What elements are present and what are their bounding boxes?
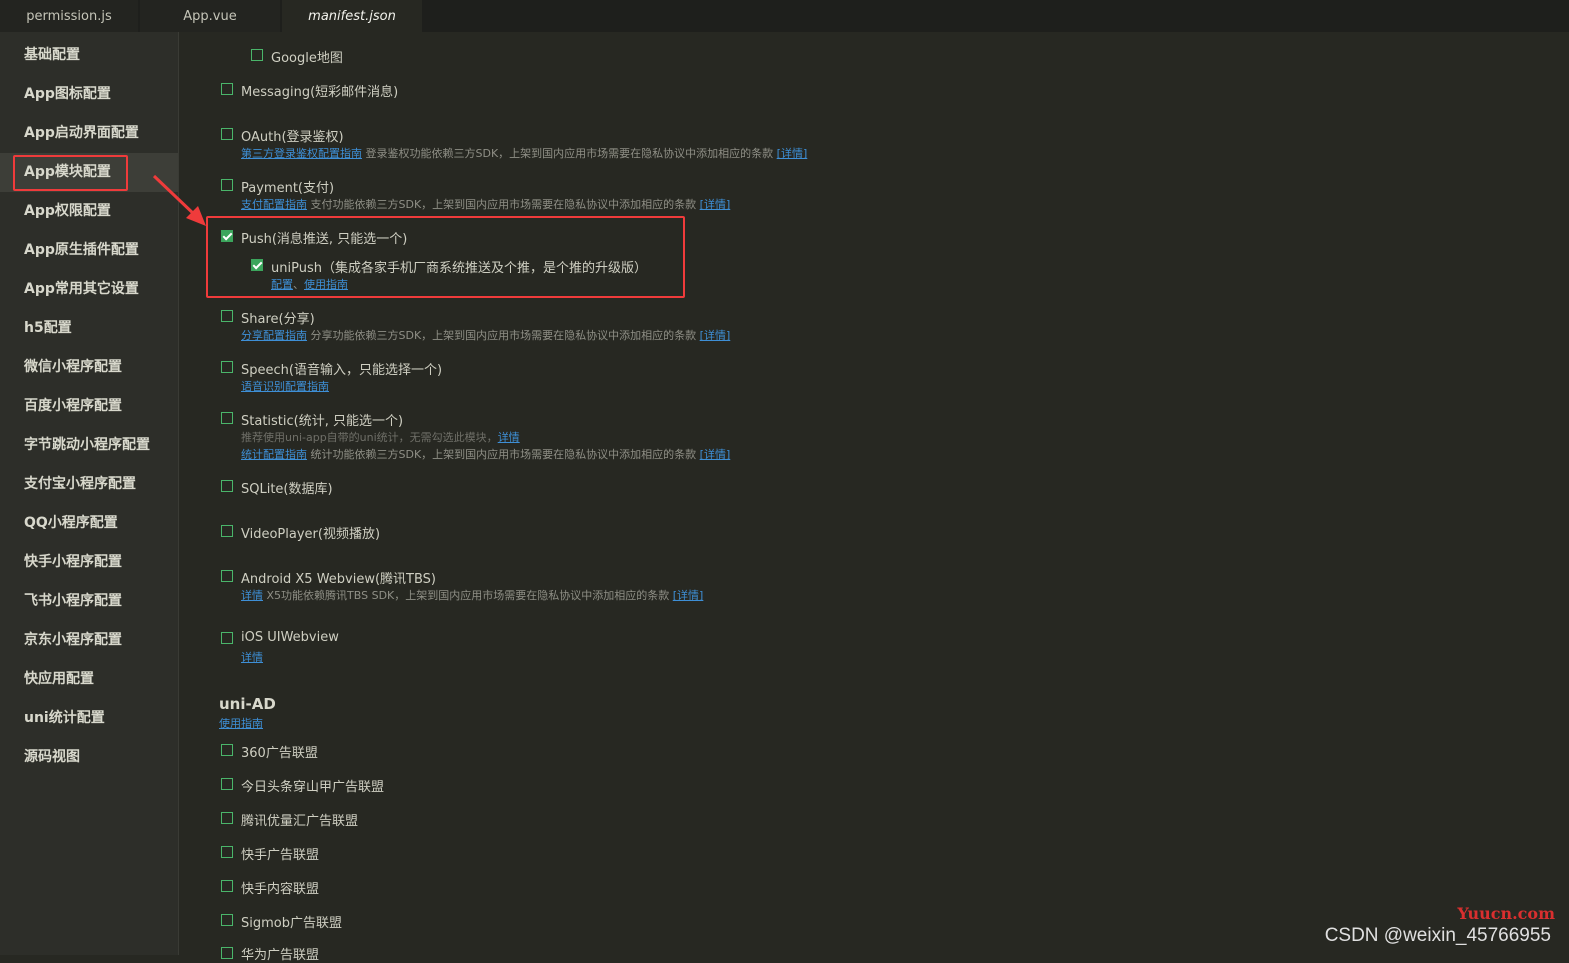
payment-label: Payment(支付) xyxy=(241,181,335,196)
ios-uiwebview-note: 详情 xyxy=(241,649,263,665)
oauth-label: OAuth(登录鉴权) xyxy=(241,130,344,145)
share-checkbox[interactable] xyxy=(221,310,233,322)
unipush-links: 配置、使用指南 xyxy=(271,276,348,292)
statistic-tip: 推荐使用uni-app自带的uni统计，无需勾选此模块，详情 xyxy=(241,429,520,445)
speech-label: Speech(语音输入，只能选择一个) xyxy=(241,363,443,378)
x5-webview-note: 详情 X5功能依赖腾讯TBS SDK，上架到国内应用市场需要在隐私协议中添加相应… xyxy=(241,587,703,603)
sidebar-item-app-other-settings[interactable]: App常用其它设置 xyxy=(0,270,178,309)
ad-kuaishou-content-label: 快手内容联盟 xyxy=(241,882,320,897)
sidebar-item-toutiao-mp[interactable]: 字节跳动小程序配置 xyxy=(0,426,178,465)
x5-webview-label: Android X5 Webview(腾讯TBS) xyxy=(241,572,437,587)
x5-note-text: X5功能依赖腾讯TBS SDK，上架到国内应用市场需要在隐私协议中添加相应的条款 xyxy=(266,589,670,602)
uniad-guide-link[interactable]: 使用指南 xyxy=(219,717,263,730)
unipush-checkbox[interactable] xyxy=(251,259,263,271)
google-map-checkbox[interactable] xyxy=(251,49,263,61)
payment-detail-link[interactable]: [详情] xyxy=(700,198,731,211)
ad-tencent-label: 腾讯优量汇广告联盟 xyxy=(241,814,359,829)
editor-tab-bar: permission.js App.vue manifest.json xyxy=(0,0,1569,32)
uniad-guide: 使用指南 xyxy=(219,715,263,731)
ad-kuaishou-label: 快手广告联盟 xyxy=(241,848,320,863)
push-checkbox[interactable] xyxy=(221,230,233,242)
statistic-label: Statistic(统计, 只能选一个) xyxy=(241,414,404,429)
statistic-guide-link[interactable]: 统计配置指南 xyxy=(241,448,307,461)
sidebar-item-alipay-mp[interactable]: 支付宝小程序配置 xyxy=(0,465,178,504)
ad-huawei-label: 华为广告联盟 xyxy=(241,948,320,963)
tab-permission-js[interactable]: permission.js xyxy=(0,0,138,32)
oauth-note: 第三方登录鉴权配置指南 登录鉴权功能依赖三方SDK，上架到国内应用市场需要在隐私… xyxy=(241,145,807,161)
ad-kuaishou-checkbox[interactable] xyxy=(221,846,233,858)
share-detail-link[interactable]: [详情] xyxy=(700,329,731,342)
ios-uiwebview-label: iOS UIWebview xyxy=(241,630,339,645)
statistic-tip-text: 推荐使用uni-app自带的uni统计，无需勾选此模块， xyxy=(241,431,498,444)
statistic-note: 统计配置指南 统计功能依赖三方SDK，上架到国内应用市场需要在隐私协议中添加相应… xyxy=(241,446,730,462)
statistic-note-text: 统计功能依赖三方SDK，上架到国内应用市场需要在隐私协议中添加相应的条款 xyxy=(310,448,697,461)
sidebar-item-app-splash[interactable]: App启动界面配置 xyxy=(0,114,178,153)
ad-360-label: 360广告联盟 xyxy=(241,746,318,761)
messaging-checkbox[interactable] xyxy=(221,83,233,95)
module-config-panel: Google地图 Messaging(短彩邮件消息) OAuth(登录鉴权) 第… xyxy=(179,32,1569,963)
oauth-note-text: 登录鉴权功能依赖三方SDK，上架到国内应用市场需要在隐私协议中添加相应的条款 xyxy=(365,147,774,160)
payment-guide-link[interactable]: 支付配置指南 xyxy=(241,198,307,211)
push-label: Push(消息推送, 只能选一个) xyxy=(241,232,408,247)
ad-huawei-checkbox[interactable] xyxy=(221,947,233,959)
uniad-section-title: uni-AD xyxy=(219,695,276,713)
share-label: Share(分享) xyxy=(241,312,315,327)
sidebar-item-h5[interactable]: h5配置 xyxy=(0,309,178,348)
sidebar-item-app-icon[interactable]: App图标配置 xyxy=(0,75,178,114)
oauth-checkbox[interactable] xyxy=(221,128,233,140)
sqlite-label: SQLite(数据库) xyxy=(241,482,333,497)
unipush-config-link[interactable]: 配置 xyxy=(271,278,293,291)
ad-360-checkbox[interactable] xyxy=(221,744,233,756)
x5-webview-checkbox[interactable] xyxy=(221,570,233,582)
ad-sigmob-checkbox[interactable] xyxy=(221,914,233,926)
x5-detail-bracket-link[interactable]: [详情] xyxy=(673,589,704,602)
sidebar-item-feishu-mp[interactable]: 飞书小程序配置 xyxy=(0,582,178,621)
statistic-tip-detail-link[interactable]: 详情 xyxy=(498,431,520,444)
ad-sigmob-label: Sigmob广告联盟 xyxy=(241,916,342,931)
ios-uiwebview-detail-link[interactable]: 详情 xyxy=(241,651,263,664)
google-map-label: Google地图 xyxy=(271,51,343,66)
unipush-separator: 、 xyxy=(293,278,304,291)
unipush-label: uniPush（集成各家手机厂商系统推送及个推，是个推的升级版） xyxy=(271,261,647,276)
sidebar-item-qq-mp[interactable]: QQ小程序配置 xyxy=(0,504,178,543)
oauth-detail-link[interactable]: [详情] xyxy=(777,147,808,160)
speech-checkbox[interactable] xyxy=(221,361,233,373)
ad-pangle-checkbox[interactable] xyxy=(221,778,233,790)
payment-checkbox[interactable] xyxy=(221,179,233,191)
sidebar-item-kuaishou-mp[interactable]: 快手小程序配置 xyxy=(0,543,178,582)
ad-kuaishou-content-checkbox[interactable] xyxy=(221,880,233,892)
csdn-watermark: CSDN @weixin_45766955 xyxy=(1324,925,1551,946)
sidebar-item-uni-stat[interactable]: uni统计配置 xyxy=(0,699,178,738)
ad-pangle-label: 今日头条穿山甲广告联盟 xyxy=(241,780,385,795)
sidebar-highlight-box xyxy=(13,155,128,191)
tab-manifest-json[interactable]: manifest.json xyxy=(282,0,422,32)
site-watermark: Yuucn.com xyxy=(1457,904,1555,923)
sidebar-item-source-view[interactable]: 源码视图 xyxy=(0,738,178,777)
videoplayer-checkbox[interactable] xyxy=(221,525,233,537)
messaging-label: Messaging(短彩邮件消息) xyxy=(241,85,399,100)
ad-tencent-checkbox[interactable] xyxy=(221,812,233,824)
speech-note: 语音识别配置指南 xyxy=(241,378,329,394)
oauth-guide-link[interactable]: 第三方登录鉴权配置指南 xyxy=(241,147,362,160)
ios-uiwebview-checkbox[interactable] xyxy=(221,632,233,644)
share-note-text: 分享功能依赖三方SDK，上架到国内应用市场需要在隐私协议中添加相应的条款 xyxy=(310,329,697,342)
statistic-checkbox[interactable] xyxy=(221,412,233,424)
speech-guide-link[interactable]: 语音识别配置指南 xyxy=(241,380,329,393)
sidebar-item-baidu-mp[interactable]: 百度小程序配置 xyxy=(0,387,178,426)
tab-app-vue[interactable]: App.vue xyxy=(140,0,280,32)
sidebar-item-jd-mp[interactable]: 京东小程序配置 xyxy=(0,621,178,660)
unipush-guide-link[interactable]: 使用指南 xyxy=(304,278,348,291)
statistic-detail-link[interactable]: [详情] xyxy=(700,448,731,461)
payment-note: 支付配置指南 支付功能依赖三方SDK，上架到国内应用市场需要在隐私协议中添加相应… xyxy=(241,196,730,212)
payment-note-text: 支付功能依赖三方SDK，上架到国内应用市场需要在隐私协议中添加相应的条款 xyxy=(310,198,697,211)
sidebar-item-quickapp[interactable]: 快应用配置 xyxy=(0,660,178,699)
sidebar-item-weixin-mp[interactable]: 微信小程序配置 xyxy=(0,348,178,387)
share-guide-link[interactable]: 分享配置指南 xyxy=(241,329,307,342)
sqlite-checkbox[interactable] xyxy=(221,480,233,492)
x5-detail-link[interactable]: 详情 xyxy=(241,589,263,602)
share-note: 分享配置指南 分享功能依赖三方SDK，上架到国内应用市场需要在隐私协议中添加相应… xyxy=(241,327,730,343)
sidebar-item-app-native-plugins[interactable]: App原生插件配置 xyxy=(0,231,178,270)
sidebar-item-basic[interactable]: 基础配置 xyxy=(0,36,178,75)
videoplayer-label: VideoPlayer(视频播放) xyxy=(241,527,381,542)
